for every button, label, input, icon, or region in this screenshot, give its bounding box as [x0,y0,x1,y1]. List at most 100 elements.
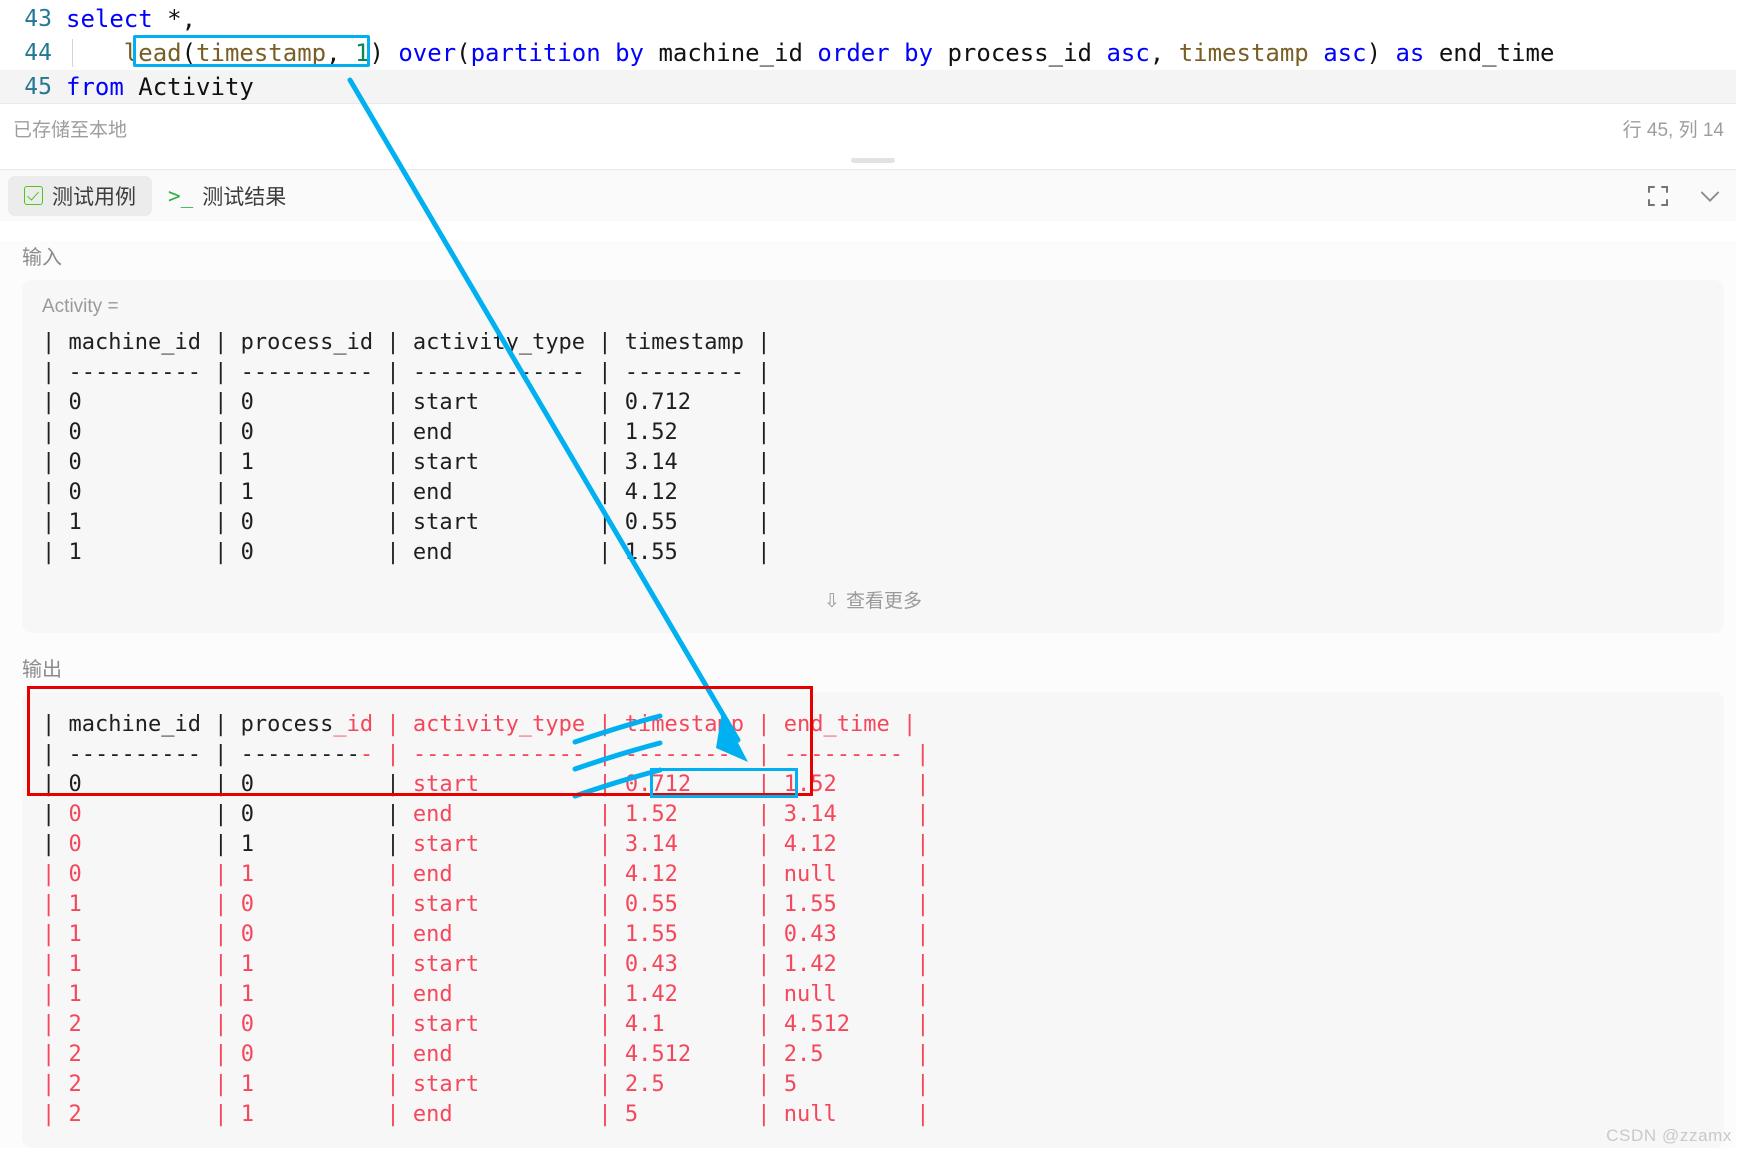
output-cell: | [638,1102,784,1127]
code-token: timestamp [196,39,327,67]
output-cell: 0 [240,892,254,917]
output-cell: end [412,802,453,827]
code-line-44[interactable]: 44 lead(timestamp, 1) over(partition by … [0,36,1746,70]
code-token: partition [470,39,601,67]
code-editor[interactable]: 43 select *, 44 lead(timestamp, 1) over(… [0,0,1746,104]
output-cell: | [81,1012,241,1037]
checkbox-check-icon [24,186,43,205]
output-cell: start [412,1072,480,1097]
output-cell: 2 [68,1042,82,1067]
output-cell: | [797,1072,930,1097]
output-cell: | [836,862,930,887]
output-cell: 1.42 [624,982,678,1007]
output-cell: 4.12 [624,862,678,887]
output-cell: | [691,772,784,797]
output-cell: 0.55 [624,892,678,917]
output-cell: 2 [68,1012,82,1037]
output-cell: | [253,892,413,917]
output-cell: 1.52 [624,802,678,827]
output-cell: 2 [68,1102,82,1127]
code-line-45[interactable]: 45 from Activity [0,70,1746,104]
output-cell: start [412,1012,480,1037]
output-header-black: | machine_id | process [42,712,334,737]
output-cell: 1 [240,1102,254,1127]
output-cell: | [253,1072,413,1097]
output-cell: | [42,1072,69,1097]
output-cell: 0 [240,1012,254,1037]
code-token: , [181,5,197,33]
output-cell: 0.43 [783,922,837,947]
output-cell: 0 [240,802,254,827]
input-table: | machine_id | process_id | activity_typ… [42,330,771,565]
terminal-prompt-icon: >_ [168,183,194,208]
output-cell: 1 [240,832,254,857]
output-cell: 2.5 [624,1072,665,1097]
view-more-label: 查看更多 [845,591,922,612]
output-cell: | [81,952,241,977]
output-cell: | [452,982,625,1007]
chevron-down-icon[interactable] [1696,182,1724,210]
tab-testcase[interactable]: 测试用例 [8,175,152,216]
output-cell: 1 [240,952,254,977]
code-token: , [1149,39,1179,67]
output-cell: 2.5 [783,1042,824,1067]
code-token: ) [1366,39,1382,67]
output-cell: | [677,952,784,977]
output-cell: | [677,892,784,917]
output-cell: | [81,802,241,827]
output-cell: 2 [68,1072,82,1097]
output-cell: | [42,862,69,887]
output-cell: 1.52 [783,772,837,797]
watermark: CSDN @zzamx [1606,1126,1732,1145]
output-cell: | [664,1012,784,1037]
code-token: machine_id [658,39,803,67]
view-more-button[interactable]: ⇩ 查看更多 [42,568,1704,623]
code-token: end_time [1438,39,1555,67]
output-cell: null [783,982,837,1007]
output-cell: | [253,1102,413,1127]
output-cell: 1.55 [783,892,837,917]
output-cell: 1 [68,952,82,977]
output-cell: | [253,772,413,797]
output-cell: | [479,772,625,797]
code-line-43[interactable]: 43 select *, [0,2,1746,36]
output-cell: | [836,832,930,857]
code-token: Activity [138,73,254,101]
output-cell: | [81,862,241,887]
output-cell: start [412,892,480,917]
output-cell: | [677,862,784,887]
tab-testresult[interactable]: >_ 测试结果 [152,176,302,216]
output-cell: | [452,922,625,947]
output-cell: 0 [68,772,82,797]
output-cell: 1 [240,1072,254,1097]
output-cell: 3.14 [783,802,837,827]
code-token: lead [123,39,182,67]
output-cell: | [81,1102,241,1127]
output-cell: | [42,832,69,857]
drag-handle[interactable] [851,158,895,163]
output-cell: | [691,1042,784,1067]
output-panel: | machine_id | process_id | activity_typ… [22,692,1724,1148]
code-token: by [904,39,934,67]
output-divider-black: | ---------- | --------- [42,742,360,767]
tabbar-actions [1646,182,1724,210]
result-panel-content: 输入 Activity = | machine_id | process_id … [0,241,1746,1148]
cursor-position-text: 行 45, 列 14 [1622,120,1724,141]
output-cell: | [479,1072,625,1097]
fullscreen-expand-icon[interactable] [1646,184,1670,208]
output-cell: | [479,1012,625,1037]
saved-status-text: 已存储至本地 [13,120,128,141]
tab-testresult-label: 测试结果 [202,185,287,209]
code-token: as [1395,39,1425,67]
line-number-45: 45 [24,74,52,100]
output-divider-red: - | ------------- | --------- | --------… [359,742,930,767]
output-cell: 1 [68,982,82,1007]
panel-resize-strip[interactable] [0,153,1746,169]
output-cell: | [81,892,241,917]
output-cell: null [783,1102,837,1127]
